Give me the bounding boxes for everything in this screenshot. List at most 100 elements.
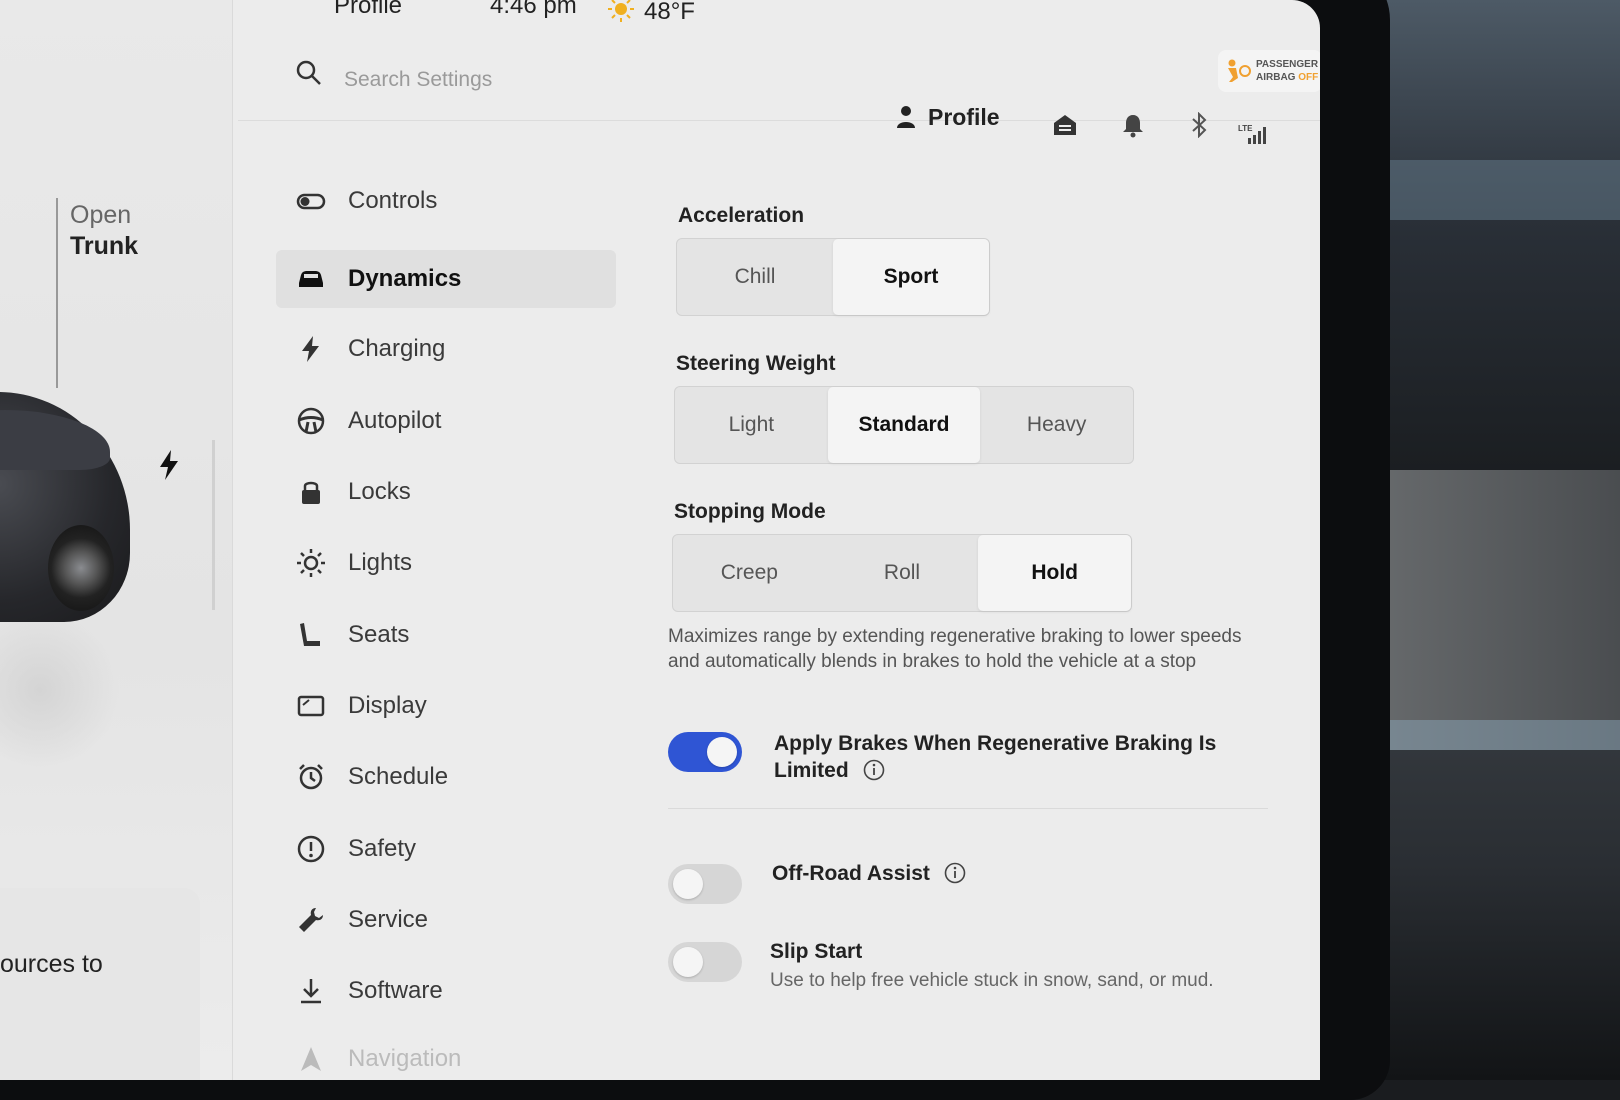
nav-item-seats[interactable]: Seats xyxy=(276,606,616,664)
profile-label: Profile xyxy=(928,103,1000,130)
nav-label-navigation: Navigation xyxy=(348,1045,462,1072)
notice-text: ources to xyxy=(0,950,103,978)
wrench-icon xyxy=(299,908,323,932)
apply-brakes-label: Apply Brakes When Regenerative Braking I… xyxy=(774,732,1217,782)
nav-item-navigation[interactable]: Navigation xyxy=(276,1030,616,1080)
airbag-label-line1: PASSENGER xyxy=(1256,59,1319,70)
stopping-option-roll[interactable]: Roll xyxy=(826,535,979,611)
airbag-label-line2: AIRBAG xyxy=(1256,72,1296,83)
nav-label-charging: Charging xyxy=(348,335,446,362)
stopping-option-hold[interactable]: Hold xyxy=(978,535,1132,611)
nav-item-charging[interactable]: Charging xyxy=(276,320,616,378)
status-time: 4:46 pm xyxy=(490,0,577,19)
navigation-icon xyxy=(301,1047,321,1071)
nav-item-dynamics[interactable]: Dynamics xyxy=(276,250,616,308)
acceleration-option-sport[interactable]: Sport xyxy=(833,239,989,315)
nav-label-dynamics: Dynamics xyxy=(348,265,462,292)
apply-brakes-row: Apply Brakes When Regenerative Braking I… xyxy=(774,730,1234,784)
nav-item-locks[interactable]: Locks xyxy=(276,463,616,521)
nav-label-seats: Seats xyxy=(348,621,410,648)
car-wheel xyxy=(48,525,114,611)
nav-item-schedule[interactable]: Schedule xyxy=(276,748,616,806)
car-panel-scrollbar xyxy=(212,440,215,610)
nav-item-autopilot[interactable]: Autopilot xyxy=(276,392,616,450)
profile-button[interactable]: Profile xyxy=(896,100,1000,134)
info-icon[interactable] xyxy=(863,759,885,781)
slip-start-description: Use to help free vehicle stuck in snow, … xyxy=(770,970,1214,991)
off-road-assist-toggle[interactable] xyxy=(668,864,742,904)
steering-option-standard[interactable]: Standard xyxy=(827,387,981,463)
nav-item-safety[interactable]: Safety xyxy=(276,820,616,878)
open-trunk-button[interactable]: Open Trunk xyxy=(70,200,138,262)
steering-option-heavy[interactable]: Heavy xyxy=(980,387,1133,463)
bolt-icon xyxy=(302,336,319,362)
stopping-mode-description: Maximizes range by extending regenerativ… xyxy=(668,626,1242,672)
garage-icon[interactable] xyxy=(1052,112,1078,138)
alarm-clock-icon xyxy=(299,764,323,790)
nav-item-service[interactable]: Service xyxy=(276,891,616,949)
nav-item-controls[interactable]: Controls xyxy=(276,172,616,230)
nav-label-locks: Locks xyxy=(348,478,411,505)
steering-weight-selector: Light Standard Heavy xyxy=(674,386,1134,464)
nav-label-service: Service xyxy=(348,906,429,933)
nav-label-safety: Safety xyxy=(348,835,417,862)
nav-item-lights[interactable]: Lights xyxy=(276,534,616,592)
acceleration-option-chill[interactable]: Chill xyxy=(677,239,833,315)
slip-start-toggle[interactable] xyxy=(668,942,742,982)
trunk-pointer-line xyxy=(56,198,58,388)
open-trunk-label-line2: Trunk xyxy=(70,232,139,260)
nav-item-software[interactable]: Software xyxy=(276,962,616,1020)
status-profile-label[interactable]: Profile xyxy=(334,0,402,20)
section-divider xyxy=(668,808,1268,809)
steering-option-light[interactable]: Light xyxy=(675,387,828,463)
nav-label-controls: Controls xyxy=(348,187,438,214)
nav-label-display: Display xyxy=(348,692,427,719)
display-icon xyxy=(297,695,325,717)
open-trunk-label-line1: Open xyxy=(70,201,132,229)
sun-weather-icon xyxy=(608,0,634,22)
download-icon xyxy=(301,979,321,1004)
info-icon[interactable] xyxy=(944,862,966,884)
nav-label-lights: Lights xyxy=(348,549,413,576)
header-divider xyxy=(238,120,1320,121)
bluetooth-icon[interactable] xyxy=(1186,112,1212,138)
acceleration-selector: Chill Sport xyxy=(676,238,990,316)
toggle-knob xyxy=(707,737,737,767)
nav-label-autopilot: Autopilot xyxy=(348,407,442,434)
stopping-option-creep[interactable]: Creep xyxy=(673,535,826,611)
status-temperature: 48°F xyxy=(644,0,695,25)
steering-wheel-icon xyxy=(297,407,325,435)
stopping-mode-selector: Creep Roll Hold xyxy=(672,534,1132,612)
toggle-icon xyxy=(296,193,326,210)
person-icon xyxy=(897,106,915,128)
nav-label-schedule: Schedule xyxy=(348,763,449,790)
alert-circle-icon xyxy=(297,835,325,863)
bell-icon[interactable] xyxy=(1120,112,1146,138)
off-road-assist-label: Off-Road Assist xyxy=(772,862,930,885)
airbag-state: OFF xyxy=(1298,72,1319,83)
toggle-knob xyxy=(673,947,703,977)
steering-weight-title: Steering Weight xyxy=(676,352,836,375)
search-input[interactable] xyxy=(342,64,686,96)
car-icon xyxy=(299,271,323,287)
car-reflection xyxy=(0,610,120,770)
touchscreen: Open Trunk ources to Profile 4:46 pm 48°… xyxy=(0,0,1320,1080)
car-window xyxy=(0,410,110,470)
car-visualization-panel: Open Trunk ources to xyxy=(0,0,233,1080)
notice-card[interactable] xyxy=(0,888,200,1080)
lock-icon xyxy=(302,481,320,504)
seat-icon xyxy=(300,623,320,646)
acceleration-title: Acceleration xyxy=(678,204,805,227)
passenger-airbag-indicator: PASSENGER AIRBAG OFF xyxy=(1218,50,1320,92)
nav-item-display[interactable]: Display xyxy=(276,677,616,735)
apply-brakes-toggle[interactable] xyxy=(668,732,742,772)
toggle-knob xyxy=(673,869,703,899)
nav-label-software: Software xyxy=(348,977,443,1004)
sun-icon xyxy=(297,549,325,577)
airbag-icon xyxy=(1228,59,1251,82)
slip-start-label: Slip Start xyxy=(770,940,863,963)
stopping-mode-title: Stopping Mode xyxy=(674,500,826,523)
charge-port-bolt-icon[interactable] xyxy=(158,450,180,480)
signal-strength-icon xyxy=(1248,127,1266,144)
search-icon xyxy=(296,60,321,85)
